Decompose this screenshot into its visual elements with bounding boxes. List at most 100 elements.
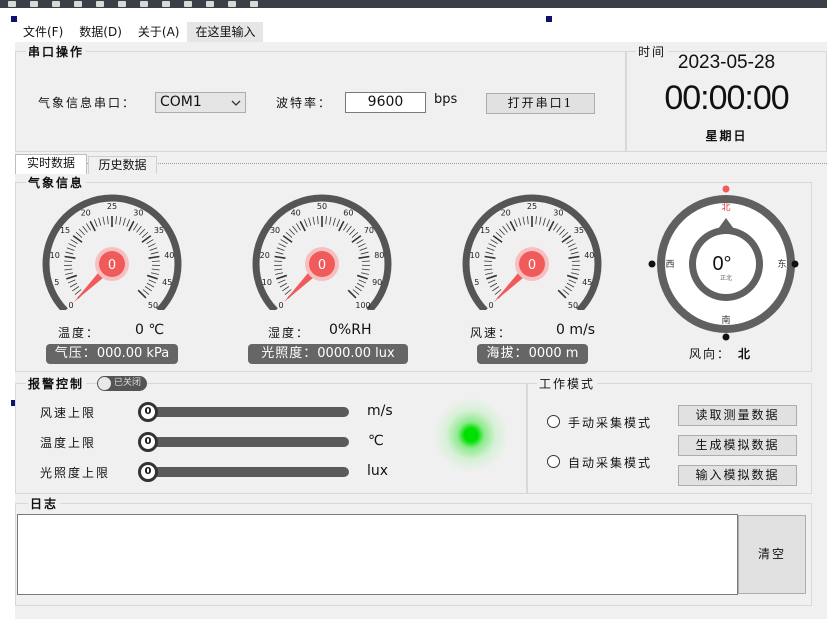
alarm-toggle-text: 已关闭 [114, 378, 142, 388]
auto-mode-radio[interactable] [547, 455, 560, 468]
gauge-minor-tick [303, 219, 308, 227]
serial-port-select[interactable]: COM1 [155, 92, 246, 113]
gauge-major-tick [568, 255, 580, 260]
gauge-minor-tick [356, 239, 364, 244]
menu-about[interactable]: 关于(A) [130, 22, 188, 42]
read-measurement-button[interactable]: 读取测量数据 [678, 405, 797, 426]
gauge-minor-tick [78, 228, 85, 236]
gauge-minor-tick [513, 219, 518, 227]
generate-sim-data-button[interactable]: 生成模拟数据 [678, 435, 797, 456]
input-sim-data-button[interactable]: 输入模拟数据 [678, 465, 797, 486]
gauge-minor-tick [65, 272, 74, 275]
gauge-major-tick [338, 220, 345, 232]
gauge-minor-tick [126, 219, 131, 227]
gauge-minor-tick [295, 223, 301, 231]
baud-rate-input[interactable]: 9600 [345, 92, 426, 113]
gauge-minor-tick [150, 251, 159, 255]
humidity-label: 湿度： [268, 326, 311, 340]
gauge-tick-label: 25 [527, 202, 537, 211]
gauge-minor-tick [151, 268, 160, 271]
gauge-minor-tick [484, 268, 493, 271]
gauge-major-tick [548, 220, 555, 232]
gauge-major-tick [89, 220, 96, 232]
gauge-major-tick [64, 255, 76, 260]
wind-limit-knob[interactable]: 0 [138, 402, 158, 422]
open-serial-button[interactable]: 打开串口1 [486, 93, 595, 114]
mode-group-title: 工作模式 [537, 375, 598, 392]
gauge-minor-tick [82, 225, 88, 233]
toolbar-icon [74, 1, 82, 7]
pressure-label: 气压： [54, 346, 97, 361]
wind-limit-slider[interactable] [139, 407, 349, 417]
gauge-minor-tick [122, 217, 126, 226]
gauge-minor-tick [535, 216, 537, 225]
humidity-reading: 0%RH [329, 322, 372, 338]
gauge-minor-tick [542, 217, 546, 226]
gauge-minor-tick [133, 223, 139, 231]
gauge-minor-tick [505, 223, 511, 231]
pressure-pill: 气压：000.00 kPa [46, 344, 178, 364]
gauge-minor-tick [144, 286, 152, 292]
gauge-minor-tick [65, 251, 74, 255]
compass-east-label: 东 [777, 258, 786, 270]
chevron-down-icon [231, 100, 241, 106]
gauge-tick-label: 10 [470, 251, 480, 260]
wind-direction-value: 北 [738, 347, 753, 361]
compass-east-dot [791, 260, 799, 268]
tab-realtime[interactable]: 实时数据 [15, 154, 87, 174]
gauge-tick-label: 20 [81, 208, 91, 217]
gauge-tick-label: 10 [50, 251, 60, 260]
gauge-tick-label: 15 [60, 226, 70, 235]
gauge-major-tick [358, 255, 370, 260]
gauge-minor-tick [352, 289, 360, 295]
gauge-minor-tick [556, 225, 562, 233]
serial-group-title: 串口操作 [26, 43, 87, 60]
compass-south-label: 南 [721, 314, 730, 326]
gauge-tick-label: 10 [262, 278, 272, 287]
menu-type-here-placeholder[interactable]: 在这里输入 [187, 22, 264, 42]
alarm-group-title: 报警控制 [26, 375, 87, 392]
compass-north-dot [722, 185, 730, 193]
tab-history[interactable]: 历史数据 [88, 156, 157, 174]
light-limit-knob[interactable]: 0 [138, 462, 158, 482]
menu-data[interactable]: 数据(D) [71, 22, 130, 42]
gauge-major-tick [509, 220, 516, 232]
gauge-tick-label: 35 [574, 226, 584, 235]
gauge-major-tick [566, 274, 578, 280]
gauge-tick-label: 70 [364, 226, 374, 235]
toolbar-icon [184, 1, 192, 7]
log-textarea[interactable] [17, 514, 738, 595]
gauge-tick-label: 50 [317, 202, 327, 211]
gauge-minor-tick [502, 225, 508, 233]
gauge-minor-tick [361, 268, 370, 271]
light-limit-slider[interactable] [139, 467, 349, 477]
gauge-major-tick [484, 255, 496, 260]
gauge-minor-tick [488, 243, 496, 248]
gauge-minor-tick [151, 260, 160, 262]
gauge-minor-tick [279, 282, 288, 288]
log-group-title: 日志 [28, 495, 61, 512]
light-limit-unit: lux [367, 463, 389, 479]
wind-speed-reading: 0 m/s [556, 322, 596, 338]
gauge-minor-tick [487, 279, 496, 284]
manual-mode-label[interactable]: 手动采集模式 [568, 414, 652, 431]
gauge-minor-tick [332, 217, 336, 226]
gauge-minor-tick [559, 228, 566, 236]
manual-mode-radio[interactable] [547, 415, 560, 428]
toolbar-icon [8, 1, 16, 7]
menu-file[interactable]: 文件(F) [15, 22, 71, 42]
gauge-minor-tick [107, 216, 109, 225]
gauge-minor-tick [358, 279, 367, 284]
gauge-tick-label: 5 [54, 278, 59, 287]
alarm-toggle[interactable]: 已关闭 [97, 376, 147, 391]
clear-log-button[interactable]: 清空 [738, 515, 806, 594]
gauge-minor-tick [570, 251, 579, 255]
auto-mode-label[interactable]: 自动采集模式 [568, 454, 652, 471]
temp-limit-knob[interactable]: 0 [138, 432, 158, 452]
humidity-gauge-area: 0 10 20 30 40 50 60 70 80 90 100 0 [250, 192, 396, 314]
gauge-minor-tick [358, 243, 366, 248]
gauge-minor-tick [85, 223, 91, 231]
gauge-tick-label: 5 [474, 278, 479, 287]
temp-limit-slider[interactable] [139, 437, 349, 447]
gauge-value: 0 [108, 258, 116, 273]
